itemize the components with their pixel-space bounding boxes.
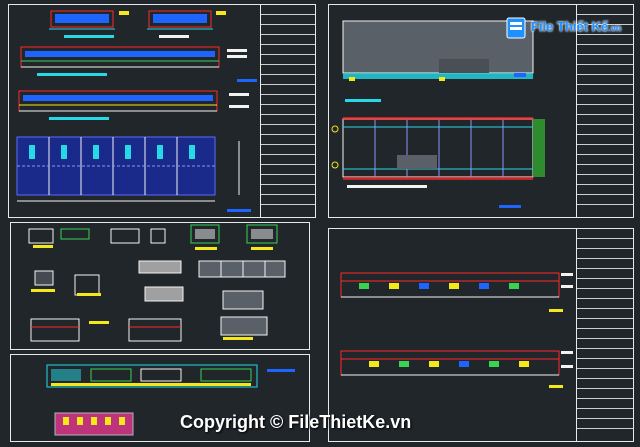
drawing-sheet-5[interactable]	[328, 228, 634, 442]
logo-name: File Thiết Kế	[531, 19, 609, 34]
drawing-sheet-1[interactable]	[8, 4, 316, 218]
title-block	[576, 229, 633, 441]
title-block	[260, 5, 315, 217]
copyright-watermark: Copyright © FileThietKe.vn	[180, 412, 412, 432]
folder-logo-icon	[506, 17, 526, 39]
logo-suffix: .vn	[608, 23, 622, 33]
site-logo: File Thiết Kế.vn	[505, 14, 621, 42]
drawing-sheet-3[interactable]	[10, 222, 310, 350]
sheet-5-drawing	[340, 272, 573, 388]
sheet-3-drawing	[28, 224, 286, 342]
sheet-1-drawing	[16, 10, 257, 212]
logo-text: File Thiết Kế.vn	[531, 19, 621, 34]
